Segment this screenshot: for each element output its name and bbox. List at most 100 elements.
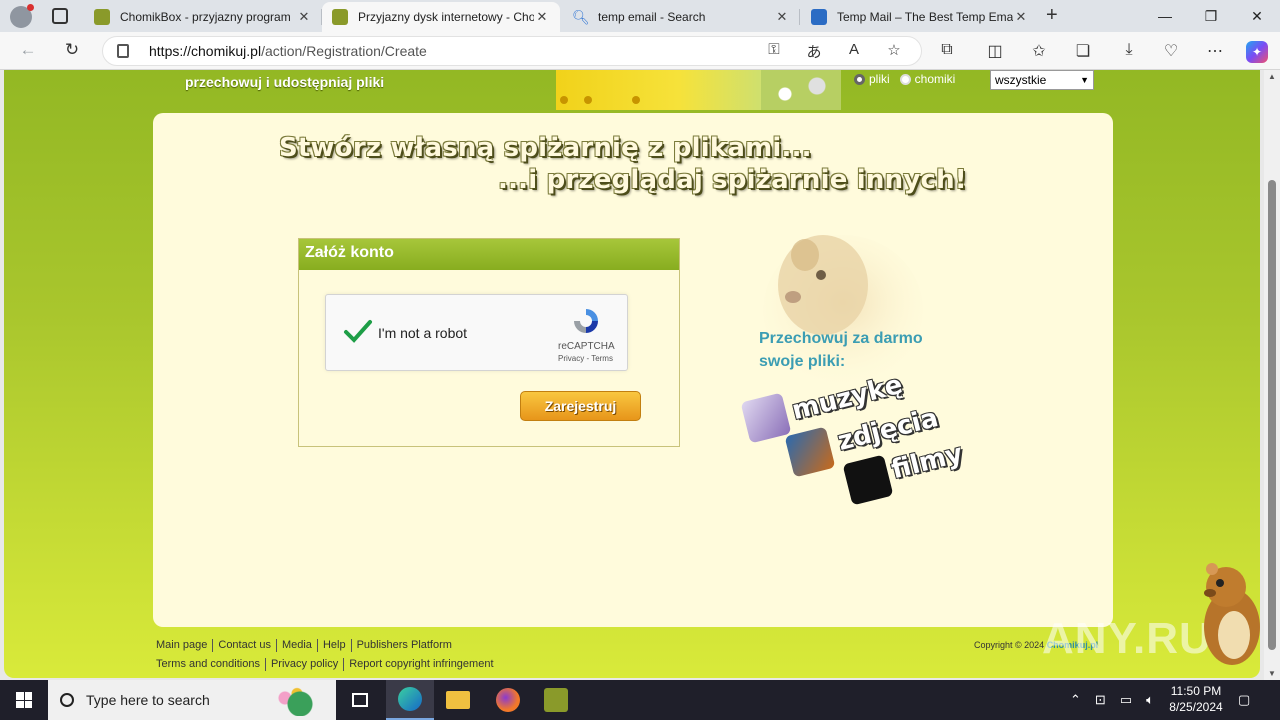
more-menu-icon[interactable]: ⋯ <box>1204 41 1226 63</box>
footer-link-privacy[interactable]: Privacy policy <box>264 658 343 671</box>
chomikbox-taskbar-icon[interactable] <box>532 680 580 720</box>
close-tab-icon[interactable]: ✕ <box>296 9 312 25</box>
windows-taskbar: Type here to search ⌃ ⊡ ▭ 🔈︎ 11:50 PM 8/… <box>0 680 1280 720</box>
favorites-icon[interactable]: ✩ <box>1028 41 1050 63</box>
system-tray: ⌃ ⊡ ▭ 🔈︎ <box>1070 680 1154 720</box>
lock-icon[interactable] <box>117 44 129 58</box>
network-icon[interactable]: ▭ <box>1120 692 1132 708</box>
url-text: https://chomikuj.pl/action/Registration/… <box>149 43 427 59</box>
search-icon <box>60 693 74 707</box>
page-scrollbar[interactable]: ▲ ▼ <box>1264 70 1280 680</box>
recaptcha-logo-icon <box>574 309 598 333</box>
scope-radio-hamsters[interactable]: chomiki <box>899 72 955 86</box>
scroll-up-arrow-icon[interactable]: ▲ <box>1268 72 1276 81</box>
edge-taskbar-icon[interactable] <box>386 680 434 720</box>
tab-actions-icon[interactable] <box>52 8 68 24</box>
footer-link-terms[interactable]: Terms and conditions <box>155 658 265 671</box>
taskbar-clock[interactable]: 11:50 PM 8/25/2024 <box>1160 683 1232 715</box>
footer-link-publishers[interactable]: Publishers Platform <box>350 639 457 652</box>
search-filter-select[interactable]: wszystkie ▼ <box>990 70 1094 90</box>
footer-link-main-page[interactable]: Main page <box>155 639 212 652</box>
tab-temp-email-search[interactable]: 🔍︎ temp email - Search ✕ <box>562 2 800 32</box>
tab-chomikuj-active[interactable]: Przyjazny dysk internetowy - Cho ✕ <box>322 2 560 32</box>
header-banner-image <box>556 70 761 110</box>
weather-globe-icon <box>264 686 324 716</box>
close-tab-icon[interactable]: ✕ <box>1013 9 1029 25</box>
address-bar[interactable]: https://chomikuj.pl/action/Registration/… <box>102 36 922 66</box>
form-title: Załóż konto <box>299 239 679 270</box>
search-favicon-icon: 🔍︎ <box>572 9 590 25</box>
refresh-icon[interactable]: ↻ <box>60 40 84 62</box>
browser-toolbar: ← ↻ https://chomikuj.pl/action/Registrat… <box>0 32 1280 70</box>
radio-unselected-icon[interactable] <box>899 73 911 85</box>
footer-link-contact[interactable]: Contact us <box>212 639 276 652</box>
promo-movies: filmy <box>888 438 966 486</box>
split-screen-icon[interactable]: ◫ <box>984 41 1006 63</box>
key-icon[interactable]: ⚿ <box>764 41 784 61</box>
volume-icon[interactable]: 🔈︎ <box>1146 692 1154 708</box>
tab-title: ChomikBox - przyjazny program <box>120 10 291 24</box>
close-tab-icon[interactable]: ✕ <box>774 9 790 25</box>
browser-essentials-icon[interactable]: ♡ <box>1160 41 1182 63</box>
new-tab-plus-icon[interactable]: + <box>1046 4 1058 27</box>
site-footer: Main page Contact us Media Help Publishe… <box>155 639 499 677</box>
tab-title: Temp Mail – The Best Temp Email <box>837 10 1013 24</box>
scroll-down-arrow-icon[interactable]: ▼ <box>1268 669 1276 678</box>
footer-link-media[interactable]: Media <box>275 639 317 652</box>
register-button[interactable]: Zarejestruj <box>520 391 641 421</box>
chomik-favicon-icon <box>332 9 348 25</box>
headline-line-1: Stwórz własną spiżarnię z plikami... <box>279 133 812 163</box>
start-button[interactable] <box>0 680 48 720</box>
footer-link-report-copyright[interactable]: Report copyright infringement <box>343 658 498 671</box>
tab-temp-mail[interactable]: Temp Mail – The Best Temp Email ✕ <box>801 2 1039 32</box>
chevron-down-icon: ▼ <box>1080 75 1089 85</box>
checkmark-icon[interactable] <box>342 315 374 347</box>
back-arrow-icon[interactable]: ← <box>16 40 40 62</box>
site-background: przechowuj i udostępniaj pliki pliki cho… <box>4 70 1260 678</box>
restore-button[interactable]: ❐ <box>1188 0 1234 32</box>
read-aloud-icon[interactable]: A <box>844 41 864 61</box>
scope-radio-files[interactable]: pliki <box>854 72 890 86</box>
recaptcha-label: I'm not a robot <box>378 325 468 341</box>
radio-selected-icon[interactable] <box>854 73 865 85</box>
firefox-icon[interactable] <box>484 680 532 720</box>
recaptcha-widget[interactable]: I'm not a robot reCAPTCHA Privacy - Term… <box>325 294 628 371</box>
site-header: przechowuj i udostępniaj pliki pliki cho… <box>4 70 1260 110</box>
copilot-icon[interactable]: ✦ <box>1246 41 1268 63</box>
windows-logo-icon <box>16 692 32 708</box>
headline-line-2: ...i przeglądaj spiżarnie innych! <box>498 165 967 195</box>
downloads-icon[interactable]: ⤓ <box>1118 41 1140 63</box>
temp-mail-favicon-icon <box>811 9 827 25</box>
music-note-icon <box>740 392 792 444</box>
main-content-panel: Stwórz własną spiżarnię z plikami... ...… <box>153 113 1113 627</box>
registration-form: Załóż konto I'm not a robot reCAPTCHA Pr… <box>298 238 680 447</box>
film-clapper-icon <box>842 454 894 506</box>
recaptcha-links[interactable]: Privacy - Terms <box>558 354 613 363</box>
promo-text: Przechowuj za darmo swoje pliki: <box>759 330 923 370</box>
chevron-up-icon[interactable]: ⌃ <box>1070 692 1081 708</box>
profile-avatar-icon[interactable] <box>10 4 34 28</box>
hamster-mascot-icon <box>1204 563 1260 665</box>
taskbar-search-box[interactable]: Type here to search <box>48 680 336 720</box>
recaptcha-brand: reCAPTCHA <box>558 341 615 352</box>
tab-title: temp email - Search <box>598 10 706 24</box>
network-alert-icon[interactable]: ⊡ <box>1095 692 1106 708</box>
notifications-icon[interactable]: ▢ <box>1238 680 1250 720</box>
extensions-icon[interactable]: ⧉ <box>936 41 958 63</box>
file-explorer-icon[interactable] <box>434 680 482 720</box>
footer-link-help[interactable]: Help <box>316 639 351 652</box>
translate-icon[interactable]: あ <box>804 41 824 61</box>
header-flowers-image <box>761 70 841 110</box>
scrollbar-thumb[interactable] <box>1268 180 1276 650</box>
close-tab-icon[interactable]: ✕ <box>534 9 550 25</box>
photo-icon <box>784 426 836 478</box>
task-view-icon[interactable] <box>336 680 384 720</box>
favorite-star-icon[interactable]: ☆ <box>884 41 904 61</box>
page-viewport: przechowuj i udostępniaj pliki pliki cho… <box>0 70 1264 680</box>
site-tagline: przechowuj i udostępniaj pliki <box>185 74 385 90</box>
collections-icon[interactable]: ❏ <box>1072 41 1094 63</box>
tab-chomikbox[interactable]: ChomikBox - przyjazny program ✕ <box>84 2 322 32</box>
chomik-favicon-icon <box>94 9 110 25</box>
minimize-button[interactable]: — <box>1142 0 1188 32</box>
close-window-button[interactable]: ✕ <box>1234 0 1280 32</box>
